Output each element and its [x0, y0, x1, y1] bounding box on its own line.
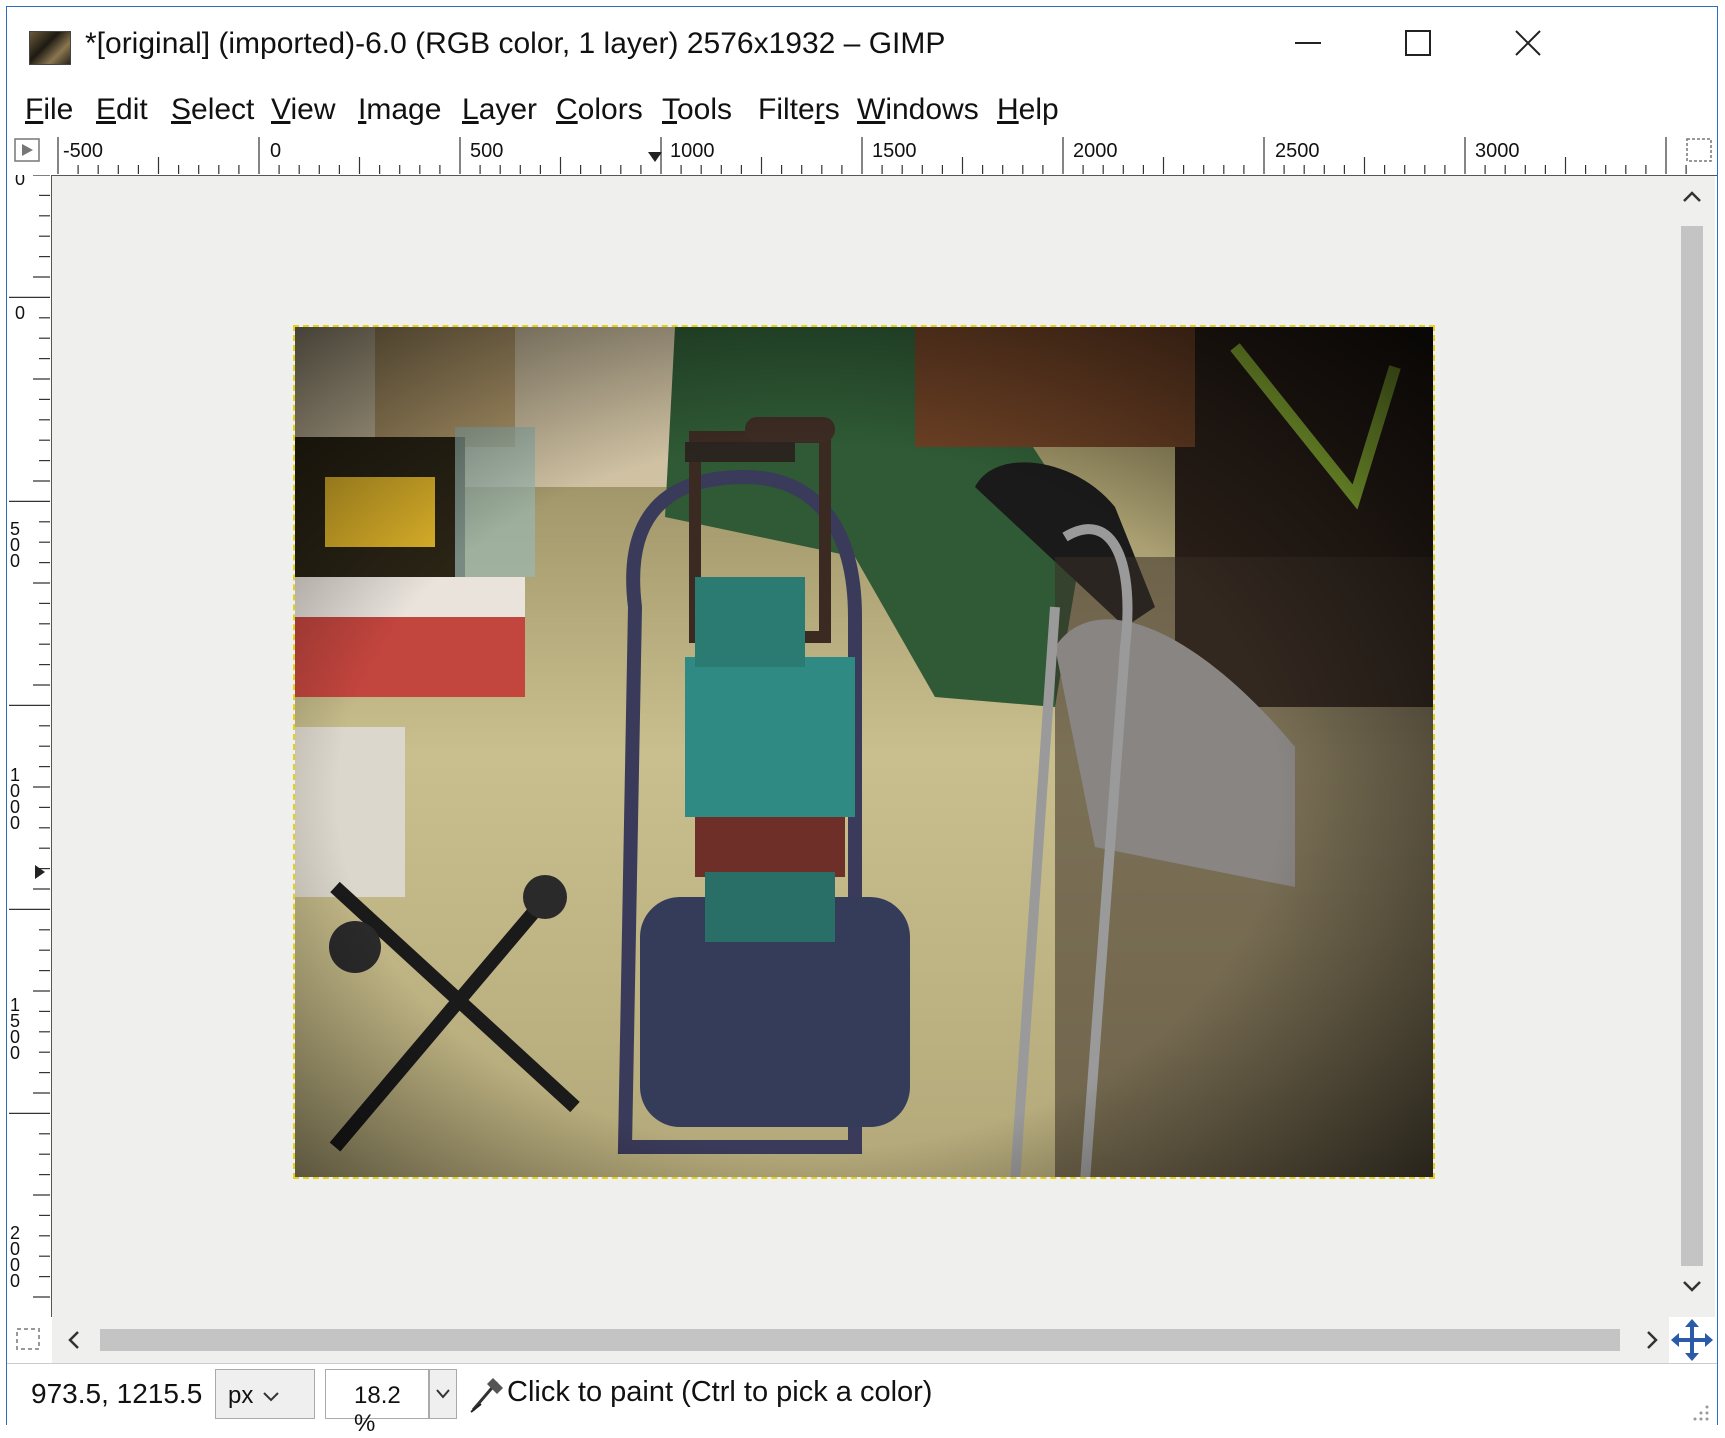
- selection-toggle-icon: [16, 1328, 40, 1350]
- unit-value: px: [228, 1382, 254, 1409]
- menu-tools[interactable]: Tools: [662, 93, 732, 127]
- vruler-label-1000: 1000: [7, 765, 25, 829]
- unit-selector[interactable]: px: [215, 1369, 315, 1419]
- menu-bar: File Edit Select View Image Layer Colors…: [7, 81, 1717, 135]
- vruler-label-500: 500: [7, 519, 25, 567]
- horizontal-ruler[interactable]: -500 0 500 1000 1500 2000 2500 3000: [7, 135, 1717, 176]
- hruler-label-7: 3000: [1475, 140, 1520, 162]
- status-bar: 973.5, 1215.5 px 18.2 % Click to paint (…: [7, 1363, 1717, 1437]
- hruler-label-4: 1500: [872, 140, 917, 162]
- resize-grip-icon[interactable]: [1691, 1403, 1711, 1423]
- vertical-scrollbar[interactable]: [1669, 176, 1715, 1317]
- vruler-label-0: 0: [15, 303, 25, 323]
- hruler-label-1: 0: [270, 140, 281, 162]
- navigate-button[interactable]: [1669, 1317, 1715, 1363]
- gimp-window: *[original] (imported)-6.0 (RGB color, 1…: [6, 6, 1718, 1437]
- hruler-label-5: 2000: [1073, 140, 1118, 162]
- scroll-right-icon[interactable]: [1640, 1327, 1664, 1358]
- paint-tool-icon: [467, 1374, 507, 1419]
- menu-windows[interactable]: Windows: [857, 93, 979, 127]
- scroll-up-icon[interactable]: [1679, 184, 1705, 214]
- image-layer[interactable]: [293, 325, 1435, 1179]
- chevron-down-icon: [263, 1392, 279, 1402]
- title-bar: *[original] (imported)-6.0 (RGB color, 1…: [7, 7, 1717, 79]
- menu-select[interactable]: Select: [171, 93, 254, 127]
- status-message: Click to paint (Ctrl to pick a color): [507, 1376, 933, 1408]
- zoom-input[interactable]: 18.2 %: [325, 1369, 429, 1437]
- pointer-coordinates: 973.5, 1215.5: [31, 1378, 203, 1409]
- photo-content: [295, 327, 1433, 1177]
- window-title: *[original] (imported)-6.0 (RGB color, 1…: [85, 27, 946, 60]
- vertical-scroll-thumb[interactable]: [1681, 226, 1703, 1266]
- menu-help[interactable]: Help: [997, 93, 1059, 127]
- navigate-corner[interactable]: [7, 1317, 52, 1363]
- pointer-position-marker: [648, 152, 662, 162]
- hruler-label-0: -500: [63, 140, 103, 162]
- horizontal-scroll-thumb[interactable]: [100, 1329, 1620, 1351]
- maximize-button[interactable]: [1363, 7, 1473, 79]
- hruler-label-2: 500: [470, 140, 503, 162]
- scroll-down-icon[interactable]: [1679, 1274, 1705, 1303]
- vruler-label-1500: 1500: [7, 995, 25, 1059]
- vertical-ruler[interactable]: 0 0 500 1000 1500 2000: [7, 175, 52, 1317]
- menu-edit[interactable]: Edit: [96, 93, 148, 127]
- navigate-move-icon: [1671, 1319, 1713, 1361]
- hruler-label-6: 2500: [1275, 140, 1320, 162]
- minimize-icon: [1295, 42, 1321, 44]
- vertical-ruler-ticks: [9, 175, 50, 1298]
- vertical-ruler-graphic: 0 0 500 1000 1500 2000: [7, 175, 50, 1298]
- menu-layer[interactable]: Layer: [462, 93, 537, 127]
- hruler-label-3: 1000: [670, 140, 715, 162]
- vruler-label-top: 0: [15, 175, 25, 189]
- zoom-dropdown-button[interactable]: [429, 1369, 457, 1419]
- menu-image[interactable]: Image: [358, 93, 441, 127]
- horizontal-ruler-graphic: -500 0 500 1000 1500 2000 2500 3000: [14, 137, 1712, 174]
- minimize-button[interactable]: [1253, 7, 1363, 79]
- menu-colors[interactable]: Colors: [556, 93, 643, 127]
- gimp-image-icon: [29, 31, 71, 65]
- maximize-icon: [1405, 30, 1431, 56]
- menu-view[interactable]: View: [271, 93, 335, 127]
- close-button[interactable]: [1473, 7, 1583, 79]
- image-canvas[interactable]: [52, 176, 1669, 1317]
- scroll-left-icon[interactable]: [62, 1327, 86, 1358]
- chevron-down-icon: [436, 1389, 450, 1399]
- menu-file[interactable]: File: [25, 93, 73, 127]
- pointer-position-marker-vertical: [35, 865, 45, 879]
- horizontal-scrollbar[interactable]: [52, 1317, 1669, 1363]
- menu-filters[interactable]: Filters: [758, 93, 840, 127]
- close-icon: [1515, 30, 1541, 56]
- vruler-label-2000: 2000: [7, 1223, 25, 1287]
- zoom-image-icon: [1686, 138, 1712, 162]
